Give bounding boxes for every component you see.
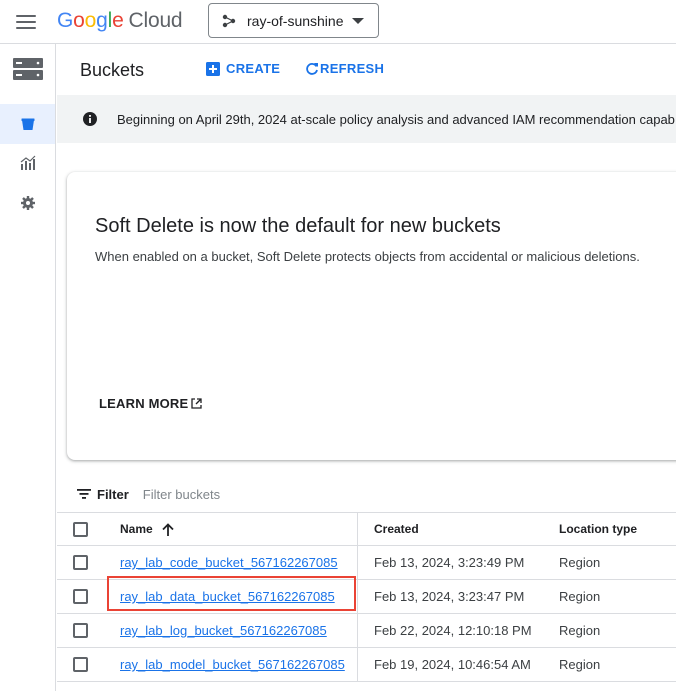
arrow-up-icon[interactable] [162,522,174,536]
nav-buckets[interactable] [0,104,55,144]
location-type-value: Region [559,657,601,672]
logo-letter: e [112,9,124,32]
filter-input[interactable] [142,486,543,502]
nav-monitoring[interactable] [0,150,55,176]
created-value: Feb 13, 2024, 3:23:49 PM [374,555,525,570]
soft-delete-card: Soft Delete is now the default for new b… [67,172,676,460]
created-value: Feb 13, 2024, 3:23:47 PM [374,589,525,604]
created-cell: Feb 22, 2024, 12:10:18 PM [374,614,532,647]
location-type-cell: Region [559,614,600,647]
table-row: ray_lab_log_bucket_567162267085 Feb 22, … [57,614,676,648]
location-type-cell: Region [559,648,600,681]
refresh-button[interactable]: REFRESH [305,61,384,76]
logo-letter: o [73,9,85,32]
row-select-cell [73,614,88,647]
card-title: Soft Delete is now the default for new b… [95,215,501,237]
external-link-icon [191,398,203,409]
logo-letter: G [57,9,74,32]
column-name-label: Name [120,522,153,536]
page-header: Buckets CREATE REFRESH [57,44,676,95]
column-header-created[interactable]: Created [374,513,419,545]
bucket-name-cell: ray_lab_code_bucket_567162267085 [120,546,338,579]
nav-settings[interactable] [0,190,55,216]
created-value: Feb 19, 2024, 10:46:54 AM [374,657,531,672]
project-name: ray-of-sunshine [247,12,344,29]
column-header-location-type[interactable]: Location type [559,513,637,545]
refresh-label: REFRESH [320,61,385,76]
bucket-icon [21,118,34,130]
refresh-icon [306,62,318,75]
created-cell: Feb 19, 2024, 10:46:54 AM [374,648,531,681]
monitoring-icon [20,155,35,170]
location-type-value: Region [559,623,601,638]
logo-letter: o [84,9,97,32]
bucket-name-cell: ray_lab_log_bucket_567162267085 [120,614,327,647]
info-banner: Beginning on April 29th, 2024 at-scale p… [57,95,676,143]
row-checkbox[interactable] [73,657,88,672]
hamburger-icon[interactable] [16,12,36,32]
column-header-name[interactable]: Name [120,513,174,545]
created-value: Feb 22, 2024, 12:10:18 PM [374,623,532,638]
location-type-value: Region [559,555,601,570]
top-app-bar: Google Cloud ray-of-sunshine [0,0,676,44]
storage-product-icon[interactable] [0,54,55,84]
location-type-value: Region [559,589,601,604]
select-all-cell [73,513,88,545]
buckets-table: Name Created Location type ray_lab_code_… [57,512,676,682]
bucket-name-cell: ray_lab_model_bucket_567162267085 [120,648,345,681]
learn-more-label: LEARN MORE [99,396,189,411]
banner-text: Beginning on April 29th, 2024 at-scale p… [117,111,675,127]
column-divider [357,648,358,681]
page-title: Buckets [80,60,145,80]
column-divider [357,513,358,545]
column-divider [357,580,358,613]
gear-icon [20,196,35,210]
column-divider [357,614,358,647]
bucket-name-cell: ray_lab_data_bucket_567162267085 [120,580,335,613]
filter-icon[interactable] [77,488,91,500]
learn-more-link[interactable]: LEARN MORE [99,396,203,411]
column-location-label: Location type [559,522,638,536]
create-button[interactable]: CREATE [206,61,280,76]
create-label: CREATE [226,61,281,76]
row-checkbox[interactable] [73,555,88,570]
chevron-down-icon [352,18,364,24]
created-cell: Feb 13, 2024, 3:23:49 PM [374,546,524,579]
project-icon [222,14,236,27]
table-row: ray_lab_data_bucket_567162267085 Feb 13,… [57,580,676,614]
table-row: ray_lab_code_bucket_567162267085 Feb 13,… [57,546,676,580]
row-select-cell [73,648,88,681]
logo-cloud-text: Cloud [128,9,183,32]
select-all-checkbox[interactable] [73,521,88,537]
location-type-cell: Region [559,580,600,613]
logo-letter: g [96,9,108,32]
left-nav-rail [0,44,56,691]
row-checkbox[interactable] [73,623,88,638]
bucket-link[interactable]: ray_lab_model_bucket_567162267085 [120,657,345,672]
google-cloud-logo[interactable]: Google Cloud [57,8,183,34]
row-select-cell [73,580,88,613]
project-picker[interactable]: ray-of-sunshine [208,3,379,38]
bucket-link[interactable]: ray_lab_log_bucket_567162267085 [120,623,327,638]
column-divider [357,546,358,579]
created-cell: Feb 13, 2024, 3:23:47 PM [374,580,524,613]
location-type-cell: Region [559,546,600,579]
filter-bar: Filter [57,476,676,512]
info-icon [83,112,97,126]
bucket-link[interactable]: ray_lab_code_bucket_567162267085 [120,555,338,570]
filter-label: Filter [97,486,129,502]
bucket-link[interactable]: ray_lab_data_bucket_567162267085 [120,589,335,604]
table-header-row: Name Created Location type [57,513,676,546]
row-checkbox[interactable] [73,589,88,604]
storage-icon [12,58,43,80]
add-box-icon [206,61,220,76]
row-select-cell [73,546,88,579]
column-created-label: Created [374,522,419,536]
table-row: ray_lab_model_bucket_567162267085 Feb 19… [57,648,676,682]
card-description: When enabled on a bucket, Soft Delete pr… [95,249,640,264]
